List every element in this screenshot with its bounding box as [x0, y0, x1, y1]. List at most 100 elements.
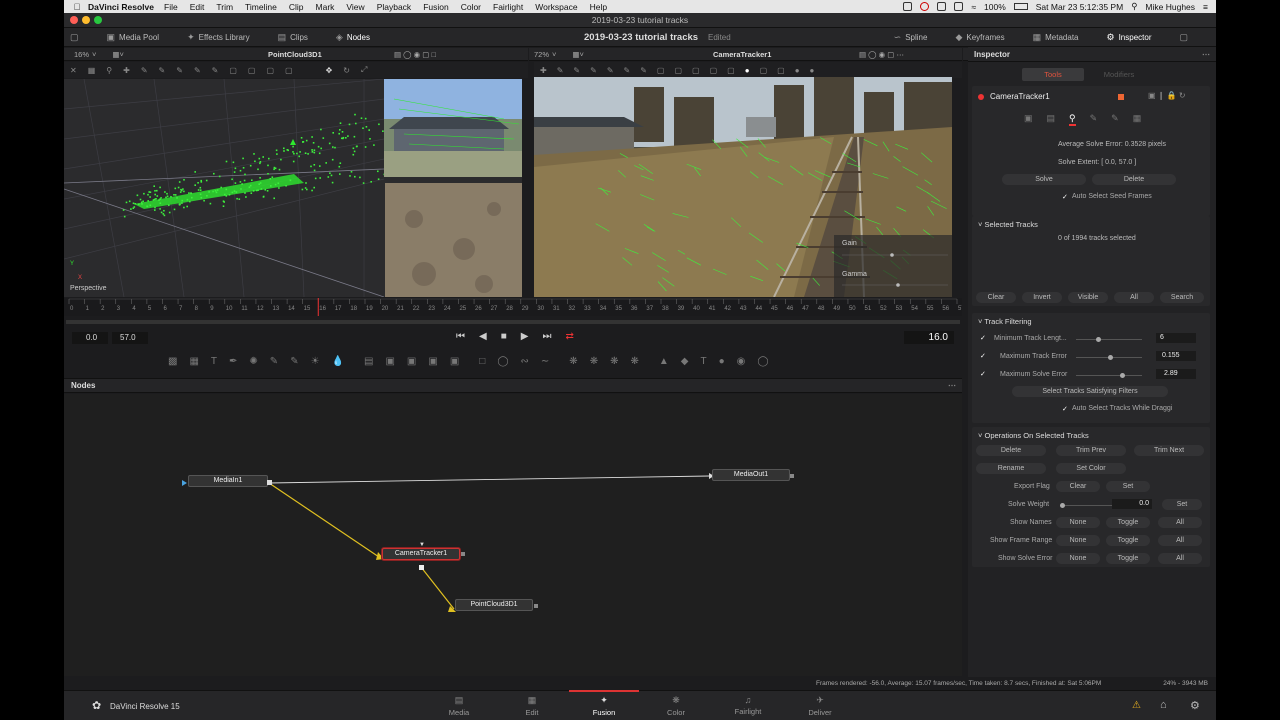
solve-tab-icon[interactable]: ⚲	[1069, 113, 1076, 126]
tab-modifiers[interactable]: Modifiers	[1088, 68, 1150, 81]
particle-emitter-icon[interactable]: ❋	[630, 356, 638, 367]
square-icon[interactable]: ▢	[692, 66, 700, 75]
dot-icon[interactable]: ●	[810, 66, 815, 75]
close-icon[interactable]: ✕	[70, 66, 77, 75]
pen-icon[interactable]: ✎	[176, 66, 183, 75]
min-track-length-checkbox[interactable]: ✓	[980, 335, 987, 342]
page-deliver[interactable]: ✈ Deliver	[795, 695, 845, 717]
selected-tracks-header[interactable]: ˅ Selected Tracks	[972, 216, 1210, 233]
background-tool-icon[interactable]: ▩	[168, 356, 177, 367]
solve-weight-set-button[interactable]: Set	[1162, 499, 1202, 510]
left-viewer-controls-icon[interactable]: ▤ ◯ ◉ ▢ □	[394, 50, 436, 59]
merge-tool-icon[interactable]: ▣	[407, 356, 416, 367]
particle-emitter-icon[interactable]: ❋	[569, 356, 577, 367]
select-satisfying-button[interactable]: Select Tracks Satisfying Filters	[1012, 386, 1168, 397]
pen-icon[interactable]: ✎	[573, 66, 580, 75]
right-viewer-zoom[interactable]: 72%	[534, 50, 549, 59]
rename-button[interactable]: Rename	[976, 463, 1046, 474]
page-edit[interactable]: ▦ Edit	[507, 695, 557, 717]
square-icon[interactable]: ▢	[285, 66, 293, 75]
node-cameratracker1[interactable]: CameraTracker1	[382, 548, 460, 560]
drop-tool-icon[interactable]: 💧	[332, 356, 344, 367]
menu-mark[interactable]: Mark	[316, 2, 335, 12]
grid-icon[interactable]: ▦	[88, 66, 96, 75]
show-frame-range-all-button[interactable]: All	[1158, 535, 1202, 546]
output-port[interactable]	[534, 604, 538, 608]
menu-view[interactable]: View	[346, 2, 364, 12]
tool-color-dot[interactable]	[978, 94, 984, 100]
3d-shape-icon[interactable]: ●	[719, 356, 725, 367]
chevron-down-icon[interactable]: ˅	[552, 50, 556, 59]
merge-tool-icon[interactable]: ▣	[450, 356, 459, 367]
left-viewer[interactable]: Perspective Y X	[64, 79, 522, 297]
timeline-scrollbar[interactable]	[66, 320, 960, 324]
merge-tool-icon[interactable]: ▣	[385, 356, 394, 367]
clear-button[interactable]: Clear	[976, 292, 1016, 303]
op-delete-button[interactable]: Delete	[976, 445, 1046, 456]
bspline-mask-icon[interactable]: ∼	[541, 356, 549, 367]
output-port[interactable]	[419, 565, 424, 570]
solve-weight-slider[interactable]	[1060, 503, 1120, 508]
status-icon[interactable]	[937, 2, 947, 11]
media-pool-button[interactable]: ▣ Media Pool	[101, 32, 166, 43]
pen-icon[interactable]: ✎	[640, 66, 647, 75]
set-color-button[interactable]: Set Color	[1056, 463, 1126, 474]
max-track-error-field[interactable]: 0.155	[1156, 351, 1196, 361]
pen-icon[interactable]: ✎	[141, 66, 148, 75]
settings-tab-icon[interactable]: ▦	[1133, 113, 1142, 126]
min-track-length-slider[interactable]	[1076, 337, 1142, 342]
pen-icon[interactable]: ✎	[159, 66, 166, 75]
menu-list-icon[interactable]: ≡	[1203, 2, 1208, 12]
output-port[interactable]	[790, 474, 794, 478]
menu-clip[interactable]: Clip	[289, 2, 304, 12]
square-icon[interactable]: ▢	[727, 66, 735, 75]
export-flag-set-button[interactable]: Set	[1106, 481, 1150, 492]
slider-knob[interactable]	[1108, 355, 1113, 360]
node-pointcloud3d1[interactable]: PointCloud3D1	[455, 599, 533, 611]
tool-color-swatch[interactable]	[1118, 94, 1124, 100]
status-icon[interactable]	[903, 2, 913, 11]
output-port[interactable]	[267, 480, 272, 485]
collapse-left-button[interactable]: ▢	[64, 32, 85, 43]
menu-help[interactable]: Help	[590, 2, 607, 12]
show-solve-error-none-button[interactable]: None	[1056, 553, 1100, 564]
merge-tool-icon[interactable]: ▤	[364, 356, 373, 367]
output-port[interactable]	[461, 552, 465, 556]
show-names-toggle-button[interactable]: Toggle	[1106, 517, 1150, 528]
image-tool-icon[interactable]: ▦	[189, 356, 198, 367]
tool-header-icons[interactable]: ▣ ❙ 🔒 ↻	[1148, 91, 1186, 100]
scale-icon[interactable]: ⤢	[361, 65, 367, 75]
more-options-icon[interactable]: ⋯	[1202, 47, 1210, 62]
page-fusion[interactable]: ✦ Fusion	[569, 690, 639, 717]
status-icon[interactable]	[920, 2, 930, 11]
status-icon[interactable]	[954, 2, 964, 11]
zoom-window-button[interactable]	[94, 16, 102, 24]
pen-icon[interactable]: ✎	[607, 66, 614, 75]
square-icon[interactable]: ▢	[760, 66, 768, 75]
auto-seed-checkbox[interactable]: ✓	[1062, 194, 1069, 201]
options-tab-icon[interactable]: ✎	[1111, 113, 1119, 126]
node-editor[interactable]: MediaIn1 MediaOut1 CameraTracker1 ▼ Poin…	[64, 394, 962, 676]
current-frame-field[interactable]: 16.0	[904, 331, 954, 344]
search-button[interactable]: Search	[1160, 292, 1204, 303]
render-end-field[interactable]: 57.0	[112, 332, 148, 344]
menu-fairlight[interactable]: Fairlight	[493, 2, 523, 12]
rect-mask-icon[interactable]: □	[479, 356, 485, 367]
node-mediaout1[interactable]: MediaOut1	[712, 469, 790, 481]
effects-library-button[interactable]: ✦ Effects Library	[181, 32, 256, 43]
timeline-ruler[interactable]: 0 1 2 3 4 5 6 7 8 9 10 11 12 13 14 15 16 17 18 19 20 21 22 23 24…	[64, 298, 965, 316]
page-fairlight[interactable]: ♫ Fairlight	[723, 695, 773, 716]
rotate-icon[interactable]: ↻	[343, 66, 350, 75]
show-frame-range-none-button[interactable]: None	[1056, 535, 1100, 546]
right-viewer[interactable]: Gain Gamma	[534, 77, 952, 297]
tab-tools[interactable]: Tools	[1022, 68, 1084, 81]
search-icon[interactable]: ⚲	[1131, 1, 1137, 12]
show-frame-range-toggle-button[interactable]: Toggle	[1106, 535, 1150, 546]
warning-icon[interactable]: ⚠	[1132, 700, 1141, 711]
show-solve-error-all-button[interactable]: All	[1158, 553, 1202, 564]
chevron-down-icon[interactable]: ˅	[92, 50, 96, 59]
polygon-mask-icon[interactable]: ∾	[521, 356, 529, 367]
gear-icon[interactable]: ⚙	[1190, 699, 1200, 712]
metadata-button[interactable]: ▦ Metadata	[1027, 32, 1085, 43]
battery-icon[interactable]	[1013, 3, 1028, 10]
